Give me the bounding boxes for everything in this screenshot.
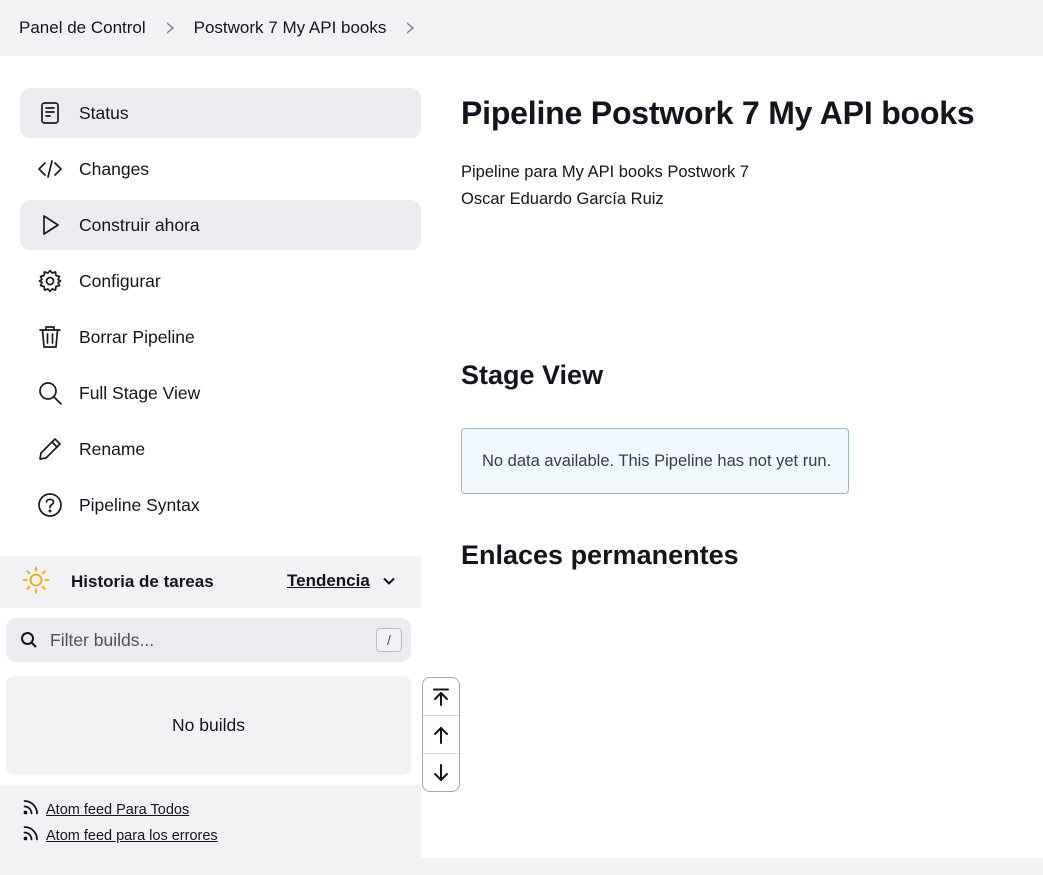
stage-view-empty-notice: No data available. This Pipeline has not…: [461, 428, 849, 494]
atom-feeds: Atom feed Para Todos Atom feed para los …: [0, 785, 421, 858]
sidebar-item-configure[interactable]: Configurar: [20, 256, 421, 306]
scroll-up-button[interactable]: [423, 716, 459, 754]
sidebar-item-label: Full Stage View: [79, 382, 201, 403]
sidebar-item-rename[interactable]: Rename: [20, 424, 421, 474]
filter-builds-input[interactable]: [50, 629, 350, 651]
sidebar-item-build-now[interactable]: Construir ahora: [20, 200, 421, 250]
breadcrumb-item-job[interactable]: Postwork 7 My API books: [194, 18, 387, 38]
description-line: Oscar Eduardo García Ruiz: [461, 190, 664, 208]
breadcrumb: Panel de Control Postwork 7 My API books: [0, 0, 1043, 56]
sidebar-item-full-stage-view[interactable]: Full Stage View: [20, 368, 421, 418]
build-history-header: Historia de tareas Tendencia: [0, 556, 421, 608]
scroll-to-top-button[interactable]: [423, 678, 459, 716]
sidebar-item-label: Borrar Pipeline: [79, 326, 195, 347]
search-icon: [21, 632, 37, 648]
sidebar-item-pipeline-syntax[interactable]: Pipeline Syntax: [20, 480, 421, 530]
arrow-to-top-icon: [433, 688, 449, 706]
help-icon: [36, 491, 64, 519]
sidebar-item-status[interactable]: Status: [20, 88, 421, 138]
sidebar-item-label: Configurar: [79, 270, 161, 291]
sidebar-item-label: Pipeline Syntax: [79, 494, 200, 515]
code-icon: [36, 155, 64, 183]
chevron-down-icon: [383, 577, 395, 585]
sidebar-item-label: Status: [79, 102, 129, 123]
build-history-title: Historia de tareas: [71, 572, 214, 591]
weather-sun-icon: [22, 566, 50, 599]
atom-feed-failures-link[interactable]: Atom feed para los errores: [22, 823, 421, 849]
scroll-controls: [422, 677, 460, 792]
sidebar-tasks: Status Changes Construir ahora Configura…: [20, 88, 421, 536]
gear-icon: [36, 267, 64, 295]
job-description: Pipeline para My API books Postwork 7 Os…: [461, 159, 1031, 213]
trend-link[interactable]: Tendencia: [287, 571, 396, 591]
no-builds-message: No builds: [6, 676, 411, 775]
atom-feed-all-label: Atom feed Para Todos: [46, 802, 190, 818]
stage-view-heading: Stage View: [461, 360, 604, 390]
arrow-down-icon: [434, 764, 448, 781]
scroll-down-button[interactable]: [423, 754, 459, 792]
rss-icon: [23, 826, 38, 841]
footer-bar: [0, 858, 1043, 875]
breadcrumb-item-dashboard[interactable]: Panel de Control: [19, 18, 146, 38]
atom-feed-failures-label: Atom feed para los errores: [46, 828, 218, 844]
pencil-icon: [36, 435, 64, 463]
keyboard-shortcut-hint: /: [376, 628, 402, 652]
sidebar-item-changes[interactable]: Changes: [20, 144, 421, 194]
play-icon: [36, 211, 64, 239]
chevron-right-icon[interactable]: [404, 21, 416, 35]
main-content: Pipeline Postwork 7 My API books Pipelin…: [461, 95, 1031, 213]
rss-icon: [23, 800, 38, 815]
arrow-up-icon: [434, 726, 448, 744]
search-icon: [36, 379, 64, 407]
sidebar-item-delete-pipeline[interactable]: Borrar Pipeline: [20, 312, 421, 362]
trash-icon: [36, 323, 64, 351]
permalinks-heading: Enlaces permanentes: [461, 540, 739, 570]
atom-feed-all-link[interactable]: Atom feed Para Todos: [22, 797, 421, 823]
build-history-panel: Historia de tareas Tendencia / No builds…: [0, 556, 421, 858]
filter-builds-box: /: [6, 618, 411, 662]
description-line: Pipeline para My API books Postwork 7: [461, 163, 749, 181]
sidebar-item-label: Construir ahora: [79, 214, 200, 235]
trend-label: Tendencia: [287, 571, 370, 590]
chevron-right-icon: [164, 21, 176, 35]
page-title: Pipeline Postwork 7 My API books: [461, 95, 975, 131]
sidebar-item-label: Rename: [79, 438, 146, 459]
sidebar-item-label: Changes: [79, 158, 150, 179]
document-icon: [36, 99, 64, 127]
